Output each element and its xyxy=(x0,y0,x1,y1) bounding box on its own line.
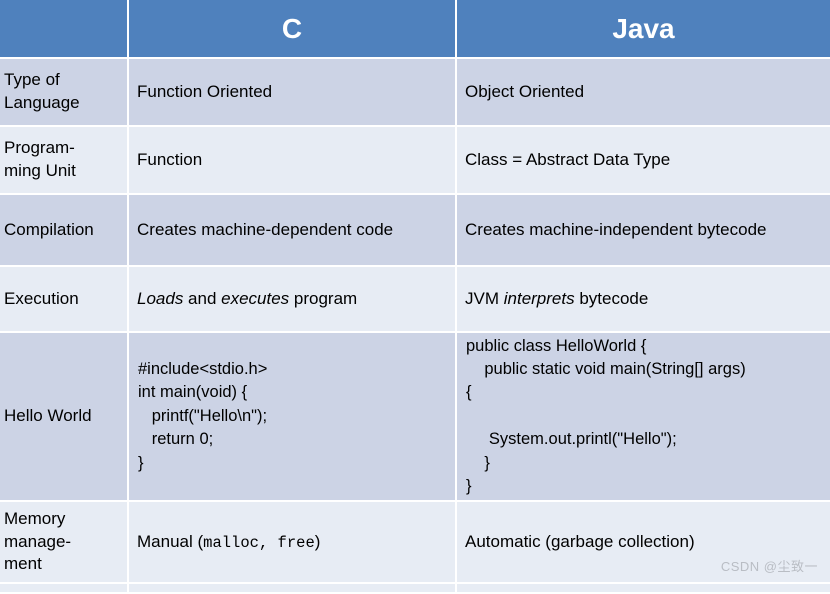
table-body: Type of Language Function Oriented Objec… xyxy=(0,59,830,594)
table-row-hello-world: Hello World #include<stdio.h> int main(v… xyxy=(0,333,830,502)
emphasis-text: executes xyxy=(221,288,290,308)
plain-text: and xyxy=(183,288,222,308)
cell-java-programming-unit: Class = Abstract Data Type xyxy=(457,127,830,195)
plain-text: JVM xyxy=(465,288,504,308)
plain-text: program xyxy=(289,288,358,308)
emphasis-text: interprets xyxy=(503,288,575,308)
table-row-programming-unit: Program-ming Unit Function Class = Abstr… xyxy=(0,127,830,195)
c-vs-java-comparison-table: C Java Type of Language Function Oriente… xyxy=(0,0,830,594)
row-label-compilation: Compilation xyxy=(0,195,129,267)
code-block-c-hello-world: #include<stdio.h> int main(void) { print… xyxy=(129,333,457,502)
table-row-memory-management: Memory manage-ment Manual (malloc, free)… xyxy=(0,502,830,584)
row-label-memory-management: Memory manage-ment xyxy=(0,502,129,584)
plain-text: bytecode xyxy=(574,288,649,308)
code-block-java-hello-world: public class HelloWorld { public static … xyxy=(457,333,830,502)
table-row-type-of-language: Type of Language Function Oriented Objec… xyxy=(0,59,830,127)
cell-c-memory-management: Manual (malloc, free) xyxy=(129,502,457,584)
row-label-hello-world: Hello World xyxy=(0,333,129,502)
cell-java-memory-management: Automatic (garbage collection) xyxy=(457,502,830,584)
partial-row-c-cell xyxy=(129,584,457,594)
plain-text: Manual ( xyxy=(137,531,204,551)
code-inline-text: malloc, free xyxy=(203,533,315,552)
row-label-type-of-language: Type of Language xyxy=(0,59,129,127)
plain-text: ) xyxy=(314,531,321,551)
row-label-execution: Execution xyxy=(0,267,129,333)
cell-c-type-of-language: Function Oriented xyxy=(129,59,457,127)
table-header: C Java xyxy=(0,0,830,59)
cell-java-compilation: Creates machine-independent bytecode xyxy=(457,195,830,267)
table-row-partial-next xyxy=(0,584,830,594)
cell-java-type-of-language: Object Oriented xyxy=(457,59,830,127)
row-label-programming-unit: Program-ming Unit xyxy=(0,127,129,195)
partial-row-label-cell xyxy=(0,584,129,594)
cell-c-execution: Loads and executes program xyxy=(129,267,457,333)
emphasis-text: Loads xyxy=(137,288,184,308)
partial-row-java-cell xyxy=(457,584,830,594)
header-row: C Java xyxy=(0,0,830,59)
table-row-execution: Execution Loads and executes program JVM… xyxy=(0,267,830,333)
cell-java-execution: JVM interprets bytecode xyxy=(457,267,830,333)
header-column-c: C xyxy=(129,0,457,59)
header-corner-cell xyxy=(0,0,129,59)
cell-c-programming-unit: Function xyxy=(129,127,457,195)
cell-c-compilation: Creates machine-dependent code xyxy=(129,195,457,267)
table-row-compilation: Compilation Creates machine-dependent co… xyxy=(0,195,830,267)
header-column-java: Java xyxy=(457,0,830,59)
